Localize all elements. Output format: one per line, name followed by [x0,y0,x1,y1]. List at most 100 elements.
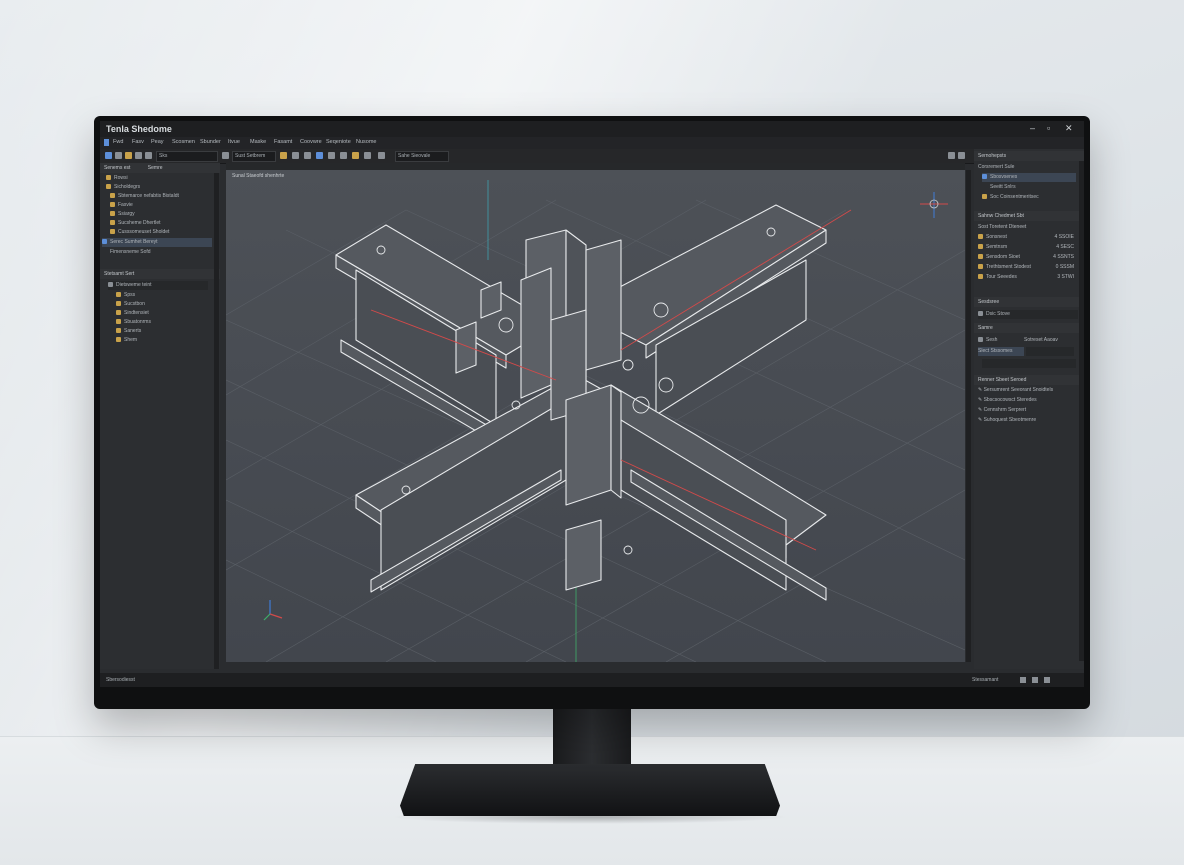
item-icon [116,328,121,333]
menu-item[interactable]: Fasv [132,139,144,145]
render-icon[interactable] [364,152,371,159]
scale-icon[interactable] [316,152,323,159]
settings-icon[interactable] [948,152,955,159]
toolbar: Sks Sust Setbrem Sahe Sieovale [100,149,1084,164]
layer-icon[interactable] [352,152,359,159]
tree-item[interactable]: Sicholdegrs [106,183,140,192]
snap-icon[interactable] [280,152,287,159]
property-icon [978,244,983,249]
toolbar-select[interactable]: Sks [156,151,218,162]
menu-item[interactable]: Itvue [228,139,240,145]
actions-section-header[interactable]: Renner Sbeet Seroed [974,375,1084,385]
list-item[interactable]: Dietsweme teint [108,281,208,290]
list-item[interactable]: Shem [116,336,137,345]
viewport-scrollbar[interactable] [966,170,971,662]
list-item[interactable]: Sanerts [116,327,141,336]
undo-icon[interactable] [135,152,142,159]
right-panel-header[interactable]: Sernohepsts [974,151,1084,161]
menu-item[interactable]: Scosmen [172,139,195,145]
list-item[interactable]: Sindtensiet [116,309,149,318]
property-icon [978,264,983,269]
properties-section-header[interactable]: Sahnw Chedmet Sbt [974,211,1084,221]
action-item[interactable]: ✎ Suhoquest Sbeotmenre [978,416,1036,425]
close-icon[interactable]: ✕ [1065,123,1073,134]
tab-senems[interactable]: Senems est [104,165,130,171]
folder-icon [110,193,115,198]
property-row[interactable]: Sensdom Sioet 4 SSNTS [978,252,1078,262]
transform-section-header[interactable]: Samre [974,323,1084,333]
property-row[interactable]: Tour Seeedes 3 STWI [978,272,1078,282]
grid-icon[interactable] [222,152,229,159]
folder-icon [110,202,115,207]
property-row[interactable]: Sonsnest 4 SSOIE [978,232,1078,242]
status-icon[interactable] [1032,677,1038,683]
item-icon [982,174,987,179]
list-item[interactable]: Spss [116,291,135,300]
property-row[interactable]: Trethtsment Stodest 0 SSSM [978,262,1078,272]
structure-section-header[interactable]: Stetsamt Sert [100,269,220,279]
transform-chip[interactable]: Slect Stssomes [978,347,1024,356]
new-icon[interactable] [105,152,112,159]
3d-viewport[interactable]: Sunal Staeofd shenhrte [225,170,966,663]
transform-row[interactable]: Sotreset Aaoav [1024,336,1058,345]
tree-item[interactable]: Fimensneme Sofd [110,248,151,257]
action-item[interactable]: ✎ Sbscsocowsct Steredes [978,396,1037,405]
menu-item[interactable]: Maske [250,139,266,145]
menu-item[interactable]: Peay [151,139,164,145]
menu-item[interactable]: Fwd [113,139,123,145]
open-icon[interactable] [115,152,122,159]
menu-item[interactable]: Nusome [356,139,376,145]
list-item[interactable]: Seeitt Snlrs [990,183,1016,192]
item-icon [116,292,121,297]
minimize-icon[interactable]: – [1030,123,1035,133]
left-panel-tabs: Senems est Semre [100,163,220,173]
transform-field[interactable] [1026,347,1074,356]
selection-section-header[interactable]: Sesdsree [974,297,1084,307]
action-item[interactable]: ✎ Cennshrm Serprert [978,406,1026,415]
action-item[interactable]: ✎ Sersumrent Seeorant Snoidtels [978,386,1053,395]
list-item-selected[interactable]: Sbosvsenes [982,173,1076,182]
tree-item[interactable]: Sucsheme Dhertlet [110,219,161,228]
selection-row[interactable]: Dsic Stove [978,310,1078,319]
measure-icon[interactable] [328,152,335,159]
list-item[interactable]: Sbuatonrms [116,318,151,327]
transform-field[interactable] [982,359,1076,368]
item-icon [982,194,987,199]
toolbar-view-select[interactable]: Sust Setbrem [232,151,276,162]
tree-item[interactable]: Sbtemarce nefabtis Bistaldt [110,192,179,201]
component-icon [102,239,107,244]
menu-item[interactable]: Sbunder [200,139,221,145]
viewport-tabstrip [226,163,965,170]
viewport-label: Sunal Staeofd shenhrte [232,173,285,179]
right-panel-scrollbar[interactable] [1079,161,1084,661]
list-item[interactable]: Soc Coinsentmeritsec [982,193,1039,202]
rotate-icon[interactable] [304,152,311,159]
transform-row[interactable]: Sesh [978,336,997,345]
maximize-icon[interactable]: ▫ [1047,123,1050,133]
tab-semre[interactable]: Semre [148,165,163,171]
status-icon[interactable] [1044,677,1050,683]
menu-item[interactable]: Coovwre [300,139,322,145]
help-icon[interactable] [958,152,965,159]
move-icon[interactable] [292,152,299,159]
status-bar: Sbersodiesst Stessamant [100,673,1084,687]
section-icon[interactable] [340,152,347,159]
camera-icon[interactable] [378,152,385,159]
tree-item[interactable]: Ssiargy [110,210,135,219]
menu-item[interactable]: Fasamt [274,139,292,145]
status-icon[interactable] [1020,677,1026,683]
view-gizmo-icon[interactable] [920,192,948,218]
tree-item-selected[interactable]: Serec Sumhet Bereyt [102,238,212,247]
toolbar-style-select[interactable]: Sahe Sieovale [395,151,449,162]
tree-item[interactable]: Fasvie [110,201,133,210]
tree-item[interactable]: Cusssomeuset Sholdet [110,228,169,237]
property-row[interactable]: Semtnsm 4 SESC [978,242,1078,252]
properties-title: Sost Toretent Dteneet [978,224,1027,230]
save-icon[interactable] [125,152,132,159]
tree-item[interactable]: Rowsi [106,174,128,183]
list-item[interactable]: Sucstbon [116,300,145,309]
redo-icon[interactable] [145,152,152,159]
left-panel-scrollbar[interactable] [214,173,219,669]
list-item[interactable]: Corsremert Sule [978,163,1014,172]
menu-item[interactable]: Seqeniote [326,139,351,145]
